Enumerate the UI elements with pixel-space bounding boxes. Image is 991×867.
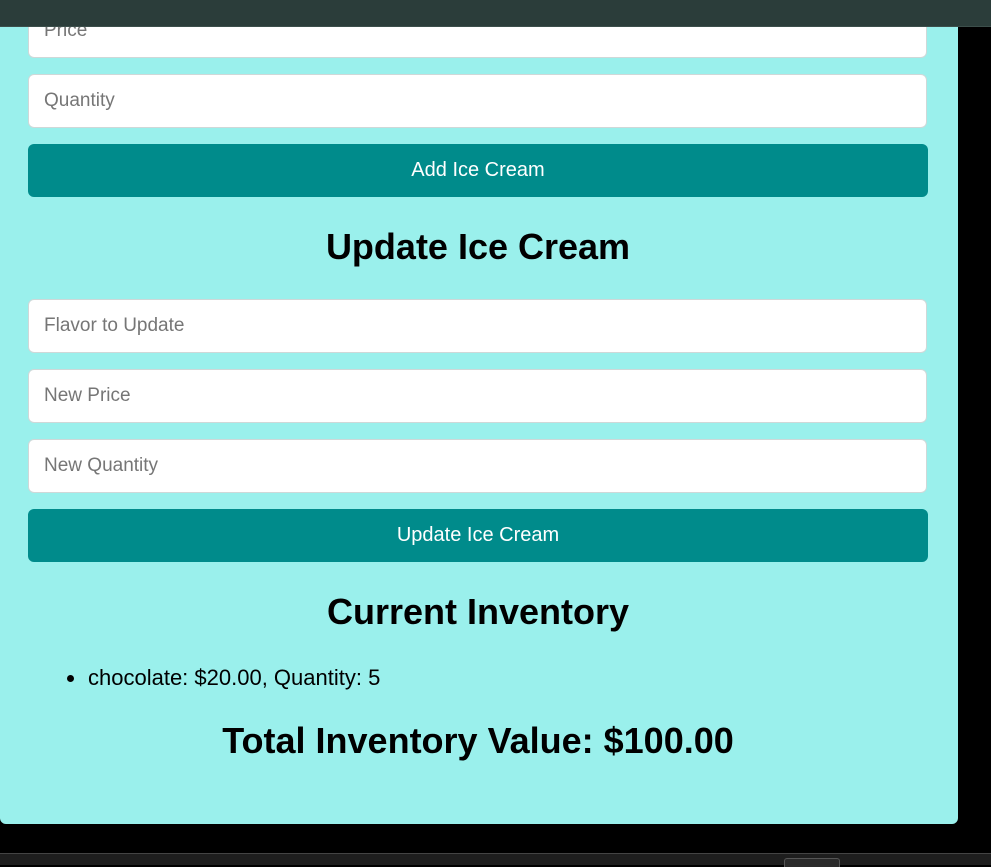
quantity-input[interactable] (28, 74, 927, 128)
inventory-list: chocolate: $20.00, Quantity: 5 (67, 663, 381, 693)
add-ice-cream-button[interactable]: Add Ice Cream (28, 144, 928, 197)
inventory-heading: Current Inventory (326, 591, 630, 632)
total-inventory-value: Total Inventory Value: $100.00 (222, 720, 734, 761)
bullet-icon (67, 675, 74, 682)
update-ice-cream-button[interactable]: Update Ice Cream (28, 509, 928, 562)
update-section-heading: Update Ice Cream (325, 226, 631, 267)
taskbar (0, 853, 991, 867)
inventory-item-text: chocolate: $20.00, Quantity: 5 (88, 665, 381, 690)
app-panel: Add Ice Cream Update Ice Cream Update Ic… (0, 0, 958, 824)
new-quantity-input[interactable] (28, 439, 927, 493)
inventory-item: chocolate: $20.00, Quantity: 5 (67, 663, 381, 693)
new-price-input[interactable] (28, 369, 927, 423)
flavor-to-update-input[interactable] (28, 299, 927, 353)
taskbar-tab[interactable] (784, 858, 840, 867)
browser-top-bar (0, 0, 991, 27)
